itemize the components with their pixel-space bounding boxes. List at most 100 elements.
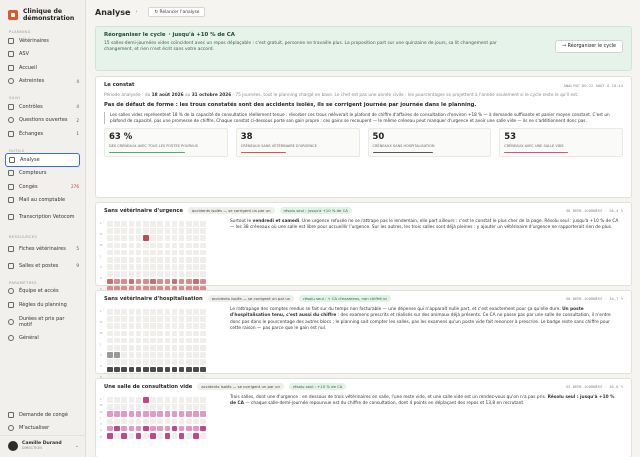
heatmap-cell[interactable] — [164, 278, 171, 285]
heatmap-cell[interactable] — [107, 228, 113, 234]
heatmap-cell[interactable] — [121, 221, 127, 227]
heatmap-cell[interactable] — [107, 344, 113, 351]
heatmap-cell[interactable] — [142, 278, 149, 285]
heatmap-cell[interactable] — [164, 352, 171, 358]
heatmap-cell[interactable] — [178, 249, 185, 256]
heatmap-cell[interactable] — [107, 330, 113, 337]
heatmap-cell[interactable] — [114, 404, 120, 410]
heatmap-cell[interactable] — [171, 278, 178, 285]
heatmap-cell[interactable] — [142, 404, 149, 410]
heatmap-cell[interactable] — [164, 316, 171, 322]
heatmap-cell[interactable] — [142, 330, 149, 337]
heatmap-cell[interactable] — [171, 330, 178, 337]
heatmap-cell[interactable] — [178, 359, 185, 365]
heatmap-cell[interactable] — [135, 221, 142, 227]
sidebar-item-regles[interactable]: Règles du planning — [0, 298, 85, 312]
heatmap-cell[interactable] — [150, 366, 156, 373]
heatmap-cell[interactable] — [178, 264, 185, 270]
heatmap-cell[interactable] — [164, 256, 171, 263]
heatmap-cell[interactable] — [121, 278, 127, 285]
heatmap-cell[interactable] — [193, 352, 199, 358]
heatmap-cell[interactable] — [157, 235, 163, 241]
heatmap-cell[interactable] — [171, 397, 178, 403]
heatmap-cell[interactable] — [107, 418, 113, 425]
heatmap-cell[interactable] — [107, 359, 113, 365]
heatmap-cell[interactable] — [142, 411, 149, 417]
heatmap-cell[interactable] — [142, 221, 149, 227]
heatmap-cell[interactable] — [186, 242, 192, 249]
heatmap-cell[interactable] — [164, 249, 171, 256]
heatmap-cell[interactable] — [128, 404, 135, 410]
heatmap-cell[interactable] — [150, 359, 156, 365]
heatmap-cell[interactable] — [128, 432, 135, 439]
sidebar-item-salles[interactable]: Salles et postes 9 — [0, 259, 85, 273]
heatmap-cell[interactable] — [171, 256, 178, 263]
heatmap-cell[interactable] — [107, 366, 113, 373]
heatmap-cell[interactable] — [114, 418, 120, 425]
heatmap-cell[interactable] — [107, 323, 113, 329]
heatmap-cell[interactable] — [121, 397, 127, 403]
heatmap-cell[interactable] — [135, 249, 142, 256]
heatmap-cell[interactable] — [200, 352, 207, 358]
heatmap-cell[interactable] — [128, 359, 135, 365]
heatmap-cell[interactable] — [114, 344, 120, 351]
heatmap-cell[interactable] — [193, 397, 199, 403]
heatmap-cell[interactable] — [193, 425, 199, 432]
heatmap-cell[interactable] — [171, 271, 178, 277]
heatmap-cell[interactable] — [107, 425, 113, 432]
heatmap-cell[interactable] — [150, 404, 156, 410]
heatmap-cell[interactable] — [121, 411, 127, 417]
heatmap-cell[interactable] — [164, 271, 171, 277]
heatmap-cell[interactable] — [164, 432, 171, 439]
heatmap-cell[interactable] — [121, 337, 127, 344]
heatmap-cell[interactable] — [171, 316, 178, 322]
heatmap-cell[interactable] — [150, 432, 156, 439]
heatmap-cell[interactable] — [114, 323, 120, 329]
heatmap-cell[interactable] — [200, 344, 207, 351]
heatmap-cell[interactable] — [128, 352, 135, 358]
heatmap-cell[interactable] — [114, 221, 120, 227]
heatmap-cell[interactable] — [121, 432, 127, 439]
heatmap-cell[interactable] — [178, 352, 185, 358]
heatmap-cell[interactable] — [171, 337, 178, 344]
sidebar-item-asv[interactable]: ASV — [0, 48, 85, 62]
heatmap-cell[interactable] — [157, 397, 163, 403]
heatmap-cell[interactable] — [150, 316, 156, 322]
sidebar-item-transcription[interactable]: Transcription Vetocom — [0, 207, 85, 227]
heatmap-cell[interactable] — [135, 404, 142, 410]
heatmap-cell[interactable] — [171, 432, 178, 439]
heatmap-cell[interactable] — [171, 242, 178, 249]
heatmap-cell[interactable] — [142, 344, 149, 351]
heatmap-cell[interactable] — [178, 425, 185, 432]
heatmap-cell[interactable] — [178, 271, 185, 277]
heatmap-cell[interactable] — [193, 323, 199, 329]
heatmap-cell[interactable] — [142, 337, 149, 344]
heatmap-cell[interactable] — [157, 425, 163, 432]
heatmap-cell[interactable] — [114, 397, 120, 403]
heatmap-cell[interactable] — [107, 256, 113, 263]
heatmap-cell[interactable] — [193, 242, 199, 249]
heatmap-cell[interactable] — [142, 316, 149, 322]
heatmap-cell[interactable] — [157, 278, 163, 285]
heatmap-cell[interactable] — [164, 425, 171, 432]
heatmap-cell[interactable] — [142, 228, 149, 234]
heatmap-cell[interactable] — [171, 366, 178, 373]
heatmap-cell[interactable] — [200, 411, 207, 417]
heatmap-cell[interactable] — [164, 309, 171, 315]
heatmap-cell[interactable] — [128, 221, 135, 227]
heatmap-cell[interactable] — [107, 278, 113, 285]
heatmap-cell[interactable] — [135, 264, 142, 270]
heatmap-cell[interactable] — [114, 366, 120, 373]
heatmap-cell[interactable] — [142, 256, 149, 263]
heatmap-cell[interactable] — [128, 271, 135, 277]
heatmap-cell[interactable] — [128, 228, 135, 234]
heatmap-cell[interactable] — [200, 235, 207, 241]
heatmap-cell[interactable] — [178, 221, 185, 227]
heatmap-cell[interactable] — [164, 221, 171, 227]
heatmap-cell[interactable] — [193, 249, 199, 256]
heatmap-cell[interactable] — [164, 323, 171, 329]
heatmap-cell[interactable] — [157, 264, 163, 270]
heatmap-cell[interactable] — [128, 249, 135, 256]
heatmap-cell[interactable] — [193, 432, 199, 439]
heatmap-cell[interactable] — [186, 411, 192, 417]
